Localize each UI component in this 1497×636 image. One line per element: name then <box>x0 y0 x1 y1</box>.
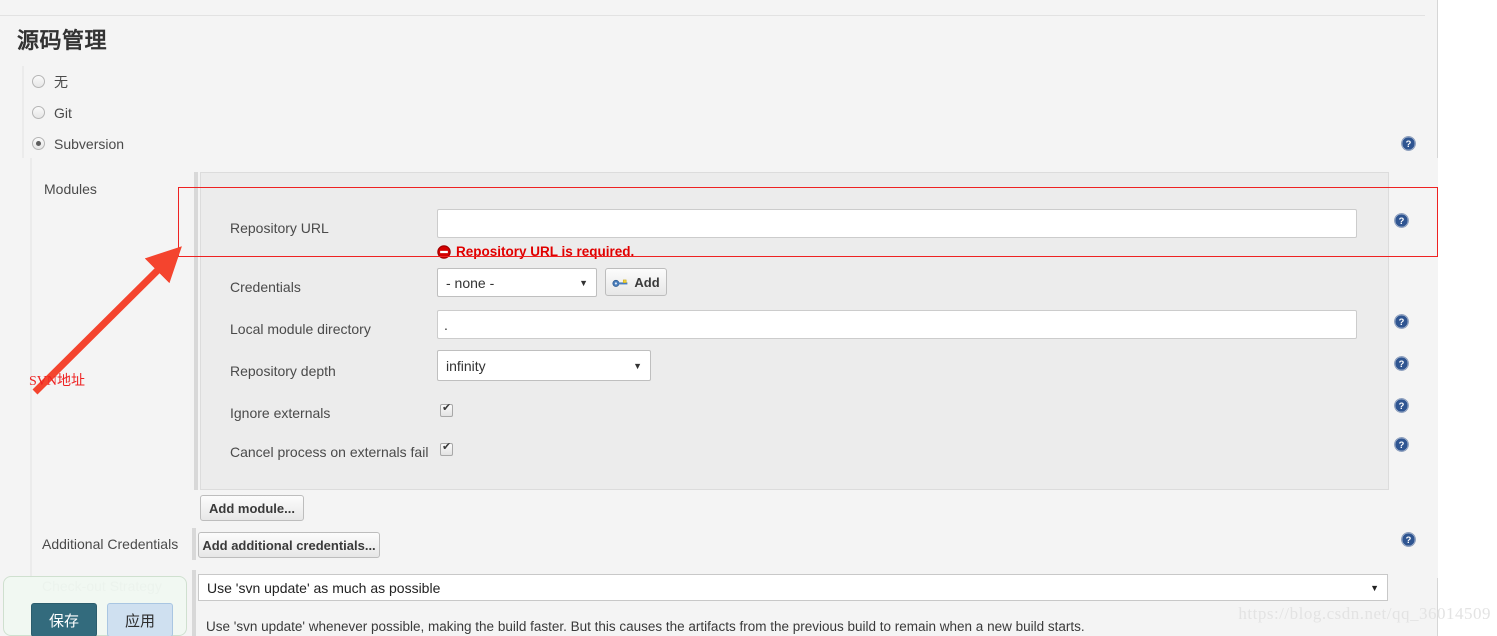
svg-text:?: ? <box>1399 401 1405 411</box>
add-additional-credentials-button[interactable]: Add additional credentials... <box>198 532 380 558</box>
chevron-down-icon: ▼ <box>633 360 642 371</box>
error-circle-icon <box>437 244 451 259</box>
additional-credentials-divider <box>192 528 196 560</box>
save-button[interactable]: 保存 <box>31 603 97 636</box>
radio-icon-none[interactable] <box>32 75 45 88</box>
repository-depth-value: infinity <box>446 357 486 374</box>
help-icon-cancel-process[interactable]: ? <box>1394 437 1409 452</box>
help-icon-repository-depth[interactable]: ? <box>1394 356 1409 371</box>
repository-depth-label: Repository depth <box>230 363 336 379</box>
top-divider <box>0 15 1425 16</box>
checkout-strategy-select[interactable]: Use 'svn update' as much as possible ▼ <box>198 574 1388 601</box>
help-icon-repository-url[interactable]: ? <box>1394 213 1409 228</box>
apply-button[interactable]: 应用 <box>107 603 173 636</box>
scm-radio-label-none: 无 <box>54 73 68 90</box>
ignore-externals-checkbox[interactable] <box>440 402 453 417</box>
help-icon-additional-credentials[interactable]: ? <box>1401 532 1416 547</box>
form-actions-bar: 保存 应用 <box>3 576 187 636</box>
scm-radio-git[interactable]: Git <box>24 97 1438 128</box>
svg-text:?: ? <box>1406 535 1412 545</box>
module-panel: Repository URL ? Repository URL is requi… <box>200 172 1409 490</box>
scm-radio-label-git: Git <box>54 104 72 121</box>
chevron-down-icon: ▼ <box>1370 582 1379 593</box>
add-credentials-label: Add <box>634 274 660 290</box>
watermark: https://blog.csdn.net/qq_36014509 <box>1238 604 1491 623</box>
help-icon: ? <box>1394 398 1409 413</box>
modules-divider <box>194 172 198 490</box>
subversion-section: Modules Repository URL ? Repository URL … <box>30 158 1438 578</box>
local-module-directory-label: Local module directory <box>230 321 371 337</box>
credentials-select[interactable]: - none - ▼ <box>437 268 597 297</box>
page-title: 源码管理 <box>17 28 108 53</box>
credentials-label: Credentials <box>230 279 301 295</box>
help-icon: ? <box>1394 314 1409 329</box>
repository-depth-select[interactable]: infinity ▼ <box>437 350 651 381</box>
checkout-strategy-value: Use 'svn update' as much as possible <box>207 579 441 596</box>
repository-url-input[interactable] <box>437 209 1357 238</box>
help-icon: ? <box>1394 213 1409 228</box>
help-icon-ignore-externals[interactable]: ? <box>1394 398 1409 413</box>
scm-radio-none[interactable]: 无 <box>24 66 1438 97</box>
radio-icon-subversion[interactable] <box>32 137 45 150</box>
svg-text:?: ? <box>1399 216 1405 226</box>
help-icon-local-module-directory[interactable]: ? <box>1394 314 1409 329</box>
chevron-down-icon: ▼ <box>579 277 588 288</box>
key-icon <box>612 279 628 287</box>
annotation-text: SVN地址 <box>29 374 86 389</box>
local-module-directory-input[interactable] <box>437 310 1357 339</box>
repository-url-error: Repository URL is required. <box>437 244 634 259</box>
content-pane: 源码管理 无 Git Subversion ? Modules Reposito… <box>0 0 1438 636</box>
help-icon-subversion[interactable]: ? <box>1401 136 1416 151</box>
help-icon: ? <box>1401 136 1416 151</box>
repository-url-error-text: Repository URL is required. <box>456 244 635 259</box>
repository-url-label: Repository URL <box>230 220 329 236</box>
ignore-externals-label: Ignore externals <box>230 405 331 421</box>
modules-label: Modules <box>44 181 97 197</box>
add-credentials-button[interactable]: Add <box>605 268 667 296</box>
credentials-select-value: - none - <box>446 274 495 291</box>
jenkins-scm-config-screen: 源码管理 无 Git Subversion ? Modules Reposito… <box>0 0 1497 636</box>
svg-text:?: ? <box>1399 440 1405 450</box>
svg-text:?: ? <box>1399 359 1405 369</box>
scm-radio-subversion[interactable]: Subversion <box>24 128 1438 159</box>
svg-text:?: ? <box>1406 139 1412 149</box>
checkout-strategy-divider <box>192 570 196 636</box>
help-icon: ? <box>1394 356 1409 371</box>
additional-credentials-label: Additional Credentials <box>42 536 179 552</box>
scm-radio-label-subversion: Subversion <box>54 135 125 152</box>
radio-icon-git[interactable] <box>32 106 45 119</box>
help-icon: ? <box>1401 532 1416 547</box>
cancel-process-checkbox[interactable] <box>440 441 453 456</box>
checkout-strategy-description: Use 'svn update' whenever possible, maki… <box>206 619 1085 634</box>
add-module-button[interactable]: Add module... <box>200 495 304 521</box>
cancel-process-label: Cancel process on externals fail <box>230 444 429 460</box>
help-icon: ? <box>1394 437 1409 452</box>
svg-text:?: ? <box>1399 317 1405 327</box>
scm-radio-group: 无 Git Subversion <box>22 66 1438 158</box>
